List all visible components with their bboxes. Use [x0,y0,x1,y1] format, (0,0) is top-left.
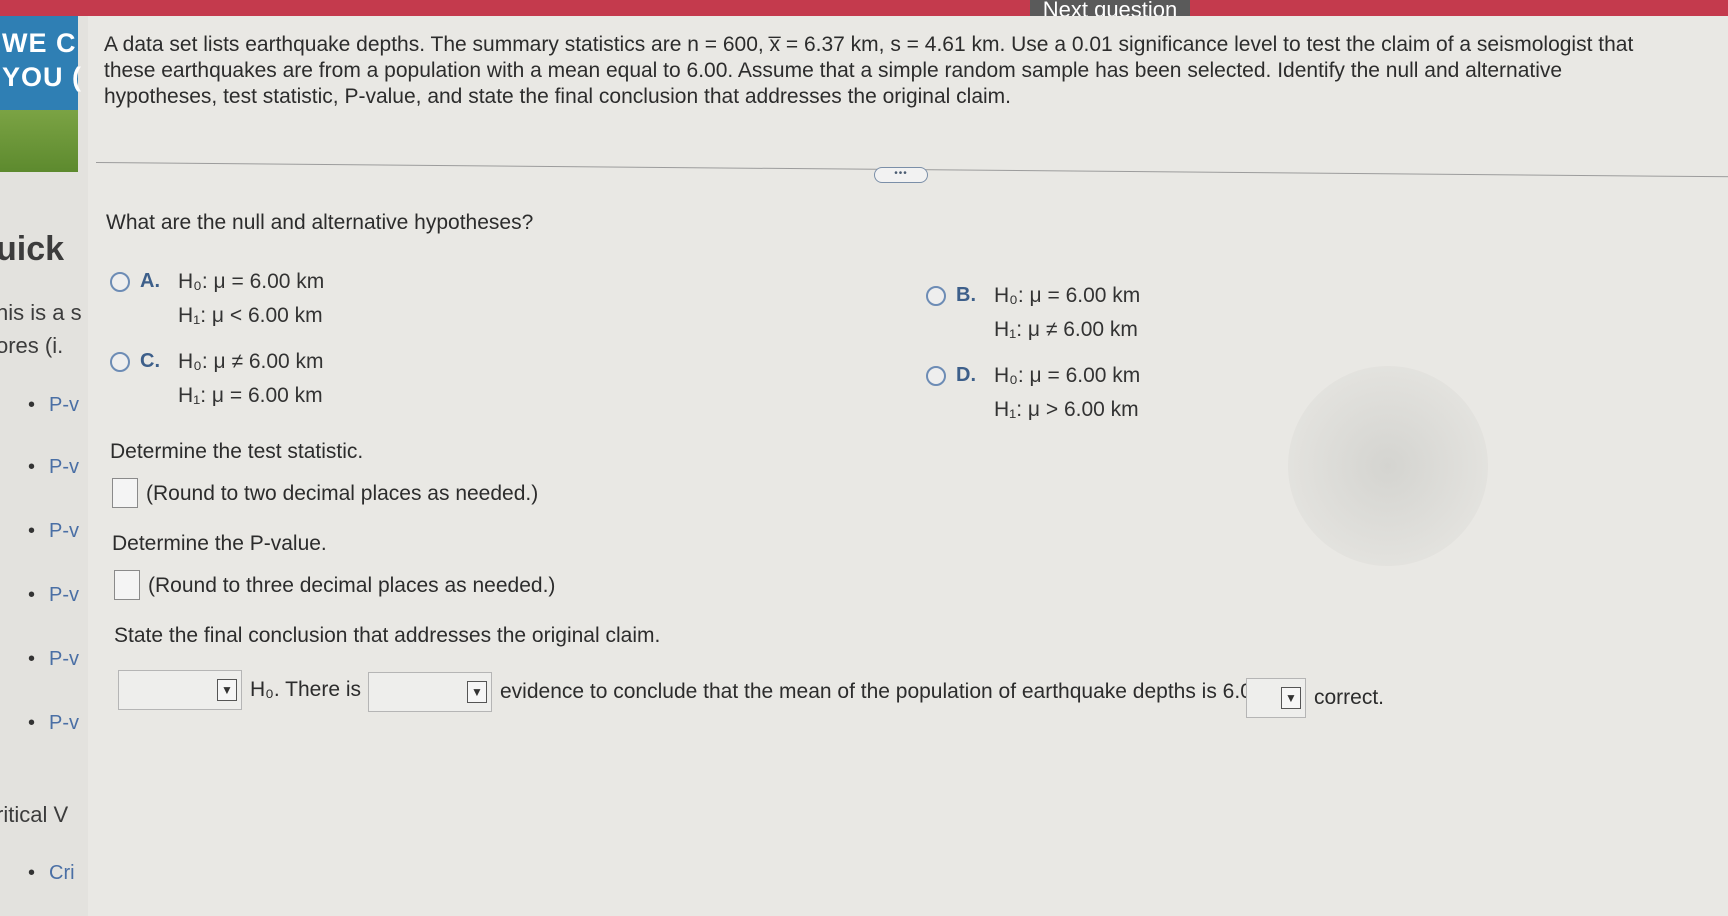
evidence-dropdown[interactable]: ▼ [368,672,492,712]
p-value-input[interactable] [114,570,140,600]
conclusion-text-3: correct. [1314,686,1385,709]
alternative-hypothesis: H₁: μ < 6.00 km [178,304,323,327]
null-hypothesis: H₀: μ = 6.00 km [994,284,1141,307]
claim-dropdown[interactable]: ▼ [1246,678,1306,718]
expand-more-button[interactable]: ••• [874,167,928,183]
sidebar-heading: uick [0,230,65,268]
option-letter: C. [140,350,160,372]
dropdown-arrow-icon[interactable]: ▼ [1281,687,1301,709]
question-panel: A data set lists earthquake depths. The … [88,16,1728,916]
radio-button[interactable] [926,366,946,386]
option-letter: B. [956,284,976,306]
p-value-hint: (Round to three decimal places as needed… [148,574,556,597]
p-value-prompt: Determine the P-value. [112,532,327,555]
radio-button[interactable] [110,272,130,292]
alternative-hypothesis: H₁: μ ≠ 6.00 km [994,318,1138,341]
null-hypothesis: H₀: μ ≠ 6.00 km [178,350,324,373]
conclusion-text-1: H₀. There is [250,678,362,701]
sidebar-item[interactable]: • P-v [28,712,79,735]
glare [1288,366,1488,566]
conclusion-text-2: evidence to conclude that the mean of th… [500,680,1298,703]
conclusion-prompt: State the final conclusion that addresse… [114,624,661,647]
top-bar [0,0,1728,16]
sidebar-critical-heading: ritical V [0,802,69,827]
alternative-hypothesis: H₁: μ > 6.00 km [994,398,1139,421]
question-text-line-3: hypotheses, test statistic, P-value, and… [104,85,1011,108]
sidebar-item[interactable]: • P-v [28,456,79,479]
sidebar-item[interactable]: • P-v [28,520,79,543]
question-text-line-2: these earthquakes are from a population … [104,59,1563,82]
sidebar-item[interactable]: • P-v [28,648,79,671]
sidebar-item[interactable]: • Cri [28,862,75,885]
option-letter: D. [956,364,976,386]
sidebar-banner: WE C YOU ( [0,16,81,172]
null-hypothesis: H₀: μ = 6.00 km [178,270,325,293]
test-statistic-hint: (Round to two decimal places as needed.) [146,482,539,505]
hypotheses-prompt: What are the null and alternative hypoth… [106,211,534,234]
sidebar-item[interactable]: • P-v [28,394,79,417]
test-statistic-prompt: Determine the test statistic. [110,440,364,463]
reject-decision-dropdown[interactable]: ▼ [118,670,242,710]
sidebar: WE C YOU ( uick nis is a s ores (i. • P-v… [0,16,88,916]
alternative-hypothesis: H₁: μ = 6.00 km [178,384,323,407]
banner-line-2: YOU ( [2,62,83,92]
sidebar-item[interactable]: • P-v [28,584,79,607]
radio-button[interactable] [926,286,946,306]
banner-grass-image [0,110,78,172]
option-letter: A. [140,270,160,292]
dropdown-arrow-icon[interactable]: ▼ [217,679,237,701]
sidebar-text-1: nis is a s [0,300,82,325]
test-statistic-input[interactable] [112,478,138,508]
radio-button[interactable] [110,352,130,372]
dropdown-arrow-icon[interactable]: ▼ [467,681,487,703]
null-hypothesis: H₀: μ = 6.00 km [994,364,1141,387]
banner-line-1: WE C [2,28,77,58]
sidebar-text-2: ores (i. [0,333,64,358]
question-text-line-1: A data set lists earthquake depths. The … [104,33,1634,56]
